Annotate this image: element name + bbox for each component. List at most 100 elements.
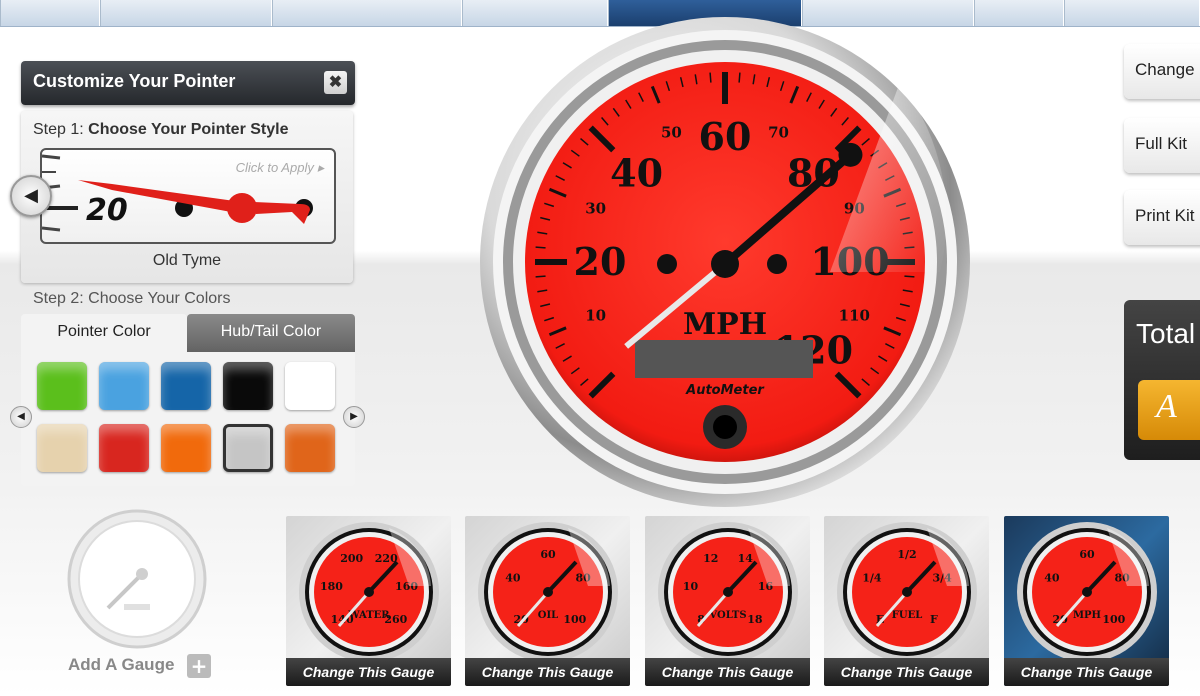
color-swatch[interactable] (161, 424, 211, 472)
change-gauge-button[interactable]: Change This Gauge (286, 658, 451, 686)
color-swatch[interactable] (99, 424, 149, 472)
gauge-tick (738, 72, 741, 83)
gauge-tick (709, 72, 712, 83)
customize-pointer-header: Customize Your Pointer ✖ (21, 61, 355, 105)
apply-arrow-icon: ▸ (317, 160, 324, 175)
color-swatch[interactable] (99, 362, 149, 410)
total-panel: Total A (1124, 300, 1200, 460)
thumb-scale-label: 180 (320, 580, 343, 593)
add-gauge-button[interactable]: + (187, 654, 211, 678)
nav-tab[interactable] (272, 0, 462, 26)
color-swatch[interactable] (37, 424, 87, 472)
gauge-unit: MPH (683, 307, 767, 342)
nav-tab[interactable] (100, 0, 272, 26)
gauge-thumbnail-oil[interactable]: 20 40 60 80 100 OIL Change This Gauge (465, 516, 630, 686)
color-swatch[interactable] (223, 362, 273, 410)
oil-gauge-graphic: 20406080100OIL (478, 522, 618, 658)
total-label: Total (1136, 318, 1196, 349)
change-button[interactable]: Change (1124, 44, 1200, 99)
previous-style-button[interactable]: ◀ (10, 175, 52, 217)
thumb-scale-label: 18 (747, 613, 763, 626)
thumb-scale-label: 100 (563, 613, 586, 626)
minor-scale-label: 50 (661, 124, 682, 142)
nav-tab[interactable] (974, 0, 1064, 26)
step1-heading: Step 1: Choose Your Pointer Style (33, 121, 289, 139)
thumb-gauge-name: VOLTS (708, 610, 746, 621)
color-swatch[interactable] (285, 362, 335, 410)
thumb-scale-label: 1/4 (862, 571, 882, 584)
chevron-left-icon: ◀ (17, 411, 25, 422)
pointer-style-name: Old Tyme (152, 252, 222, 269)
thumb-scale-label: 1/2 (897, 548, 916, 561)
thumb-scale-label: 60 (1079, 548, 1095, 561)
click-to-apply-hint[interactable]: Click to Apply ▸ (236, 160, 324, 176)
water-gauge-graphic: 140180200 220160260WATER (299, 522, 439, 658)
step2-prefix: Step 2: (33, 290, 84, 307)
close-icon: ✖ (328, 74, 343, 91)
thumb-scale-label: 40 (505, 571, 521, 584)
color-swatch[interactable] (223, 424, 273, 472)
tab-pointer-color[interactable]: Pointer Color (21, 314, 187, 352)
fuel-gauge-graphic: E1/41/23/4FFUEL (837, 522, 977, 658)
change-gauge-button[interactable]: Change This Gauge (645, 658, 810, 686)
step2-text: Choose Your Colors (88, 290, 231, 307)
minor-scale-label: 10 (585, 307, 606, 325)
click-to-apply-text: Click to Apply (235, 160, 314, 175)
thumb-scale-label: F (930, 613, 938, 626)
volts-gauge-graphic: 81012 141618VOLTS (658, 522, 798, 658)
minor-scale-label: 70 (768, 124, 789, 142)
tab-hub-tail-color[interactable]: Hub/Tail Color (187, 314, 355, 352)
thumb-gauge-name: MPH (1073, 610, 1101, 621)
empty-gauge-slot[interactable] (66, 508, 208, 650)
speedometer-gauge-graphic: 20406080100MPH (1017, 522, 1157, 658)
color-swatch[interactable] (161, 362, 211, 410)
add-gauge-label[interactable]: Add A Gauge (68, 655, 174, 675)
change-gauge-button[interactable]: Change This Gauge (1004, 658, 1169, 686)
gauge-tick (535, 246, 546, 249)
minor-scale-label: 110 (839, 307, 870, 325)
step1-text: Choose Your Pointer Style (88, 121, 289, 138)
color-swatch-panel (21, 352, 355, 486)
major-scale-label: 60 (699, 114, 752, 159)
plus-icon: + (190, 654, 208, 678)
chevron-left-icon: ◀ (24, 185, 38, 206)
nav-tab[interactable] (1064, 0, 1200, 26)
minor-scale-label: 30 (585, 199, 606, 217)
swatches-prev-button[interactable]: ◀ (10, 406, 32, 428)
change-gauge-button[interactable]: Change This Gauge (465, 658, 630, 686)
needle-hub (711, 250, 739, 278)
panel-title: Customize Your Pointer (33, 71, 236, 91)
gauge-thumbnail-fuel[interactable]: E 1/4 1/2 3/4 F FUEL Change This Gauge (824, 516, 989, 686)
thumb-scale-label: 40 (1044, 571, 1060, 584)
brand-logo: AutoMeter (685, 383, 765, 398)
step1-prefix: Step 1: (33, 121, 84, 138)
nav-tab[interactable] (0, 0, 100, 26)
thumb-gauge-name: WATER (347, 610, 390, 621)
thumb-scale-label: 12 (703, 552, 718, 565)
add-to-cart-button[interactable]: A (1138, 380, 1200, 440)
major-scale-label: 40 (610, 151, 663, 196)
odometer-display (635, 340, 813, 378)
thumb-scale-label: 200 (340, 552, 363, 565)
thumb-scale-label: 14 (738, 552, 754, 565)
gauge-thumbnail-water[interactable]: 140 180 200 220 160 260 WATER Change This Gaug… (286, 516, 451, 686)
preview-number: 20 (86, 193, 128, 228)
color-tabs: Pointer Color Hub/Tail Color (21, 314, 355, 352)
pointer-style-preview[interactable]: 20 Click to Apply ▸ (40, 148, 336, 244)
major-scale-label: 20 (574, 239, 627, 284)
step2-heading: Step 2: Choose Your Colors (33, 290, 230, 308)
gauge-thumbnail-speedometer[interactable]: 20 40 60 80 100 MPH Change This Gauge (1004, 516, 1169, 686)
thumb-gauge-name: FUEL (892, 610, 922, 621)
close-button[interactable]: ✖ (324, 71, 347, 94)
color-swatch[interactable] (37, 362, 87, 410)
mount-screw (657, 254, 677, 274)
needle-ornament (838, 142, 863, 167)
full-kit-button[interactable]: Full Kit (1124, 118, 1200, 173)
gauge-thumbnail-volts[interactable]: 8 10 12 14 16 18 VOLTS Change This Gauge (645, 516, 810, 686)
thumb-gauge-name: OIL (538, 610, 558, 621)
print-kit-button[interactable]: Print Kit (1124, 190, 1200, 245)
change-gauge-button[interactable]: Change This Gauge (824, 658, 989, 686)
swatches-next-button[interactable]: ▶ (343, 406, 365, 428)
color-swatch[interactable] (285, 424, 335, 472)
gauge-tick (535, 275, 546, 278)
